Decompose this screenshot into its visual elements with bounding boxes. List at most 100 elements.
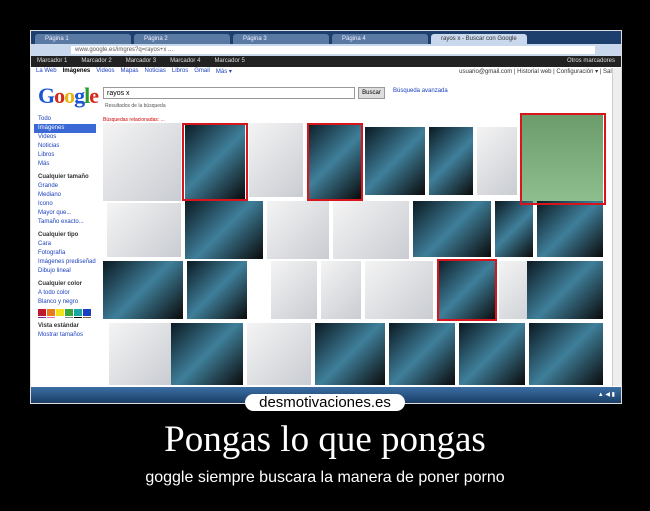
bookmark[interactable]: Marcador 4 — [170, 56, 200, 67]
link-web[interactable]: La Web — [36, 68, 57, 75]
size-filter[interactable]: Grande — [34, 182, 96, 191]
sidebar-item-all[interactable]: Todo — [34, 115, 96, 124]
image-thumbnail[interactable] — [171, 323, 243, 385]
image-thumbnail[interactable] — [103, 261, 183, 319]
size-filter-header[interactable]: Cualquier tamaño — [34, 173, 96, 182]
color-swatch[interactable] — [38, 317, 46, 318]
sidebar-item-videos[interactable]: Videos — [34, 133, 96, 142]
result-stats: Resultados de la búsqueda — [105, 103, 166, 109]
screenshot: Página 1 Página 2 Página 3 Página 4 rayo… — [30, 30, 622, 404]
image-thumbnail[interactable] — [529, 323, 603, 385]
color-swatch[interactable] — [74, 309, 82, 316]
image-thumbnail[interactable] — [103, 123, 181, 201]
type-filter[interactable]: Fotografía — [34, 249, 96, 258]
color-swatch[interactable] — [56, 317, 64, 318]
browser-tab[interactable]: Página 4 — [332, 34, 428, 44]
color-swatch[interactable] — [47, 309, 55, 316]
bookmark[interactable]: Marcador 3 — [126, 56, 156, 67]
color-swatch[interactable] — [47, 317, 55, 318]
color-swatch[interactable] — [65, 317, 73, 318]
link-books[interactable]: Libros — [172, 68, 188, 75]
image-thumbnail[interactable] — [477, 127, 517, 195]
size-filter[interactable]: Tamaño exacto... — [34, 218, 96, 227]
link-more[interactable]: Más ▾ — [216, 68, 232, 75]
bookmark[interactable]: Marcador 5 — [214, 56, 244, 67]
red-highlight-box — [437, 259, 497, 321]
image-thumbnail[interactable] — [321, 261, 361, 319]
link-images[interactable]: Imágenes — [63, 68, 91, 75]
scrollbar[interactable] — [612, 68, 621, 386]
url-input[interactable]: www.google.es/imgres?q=rayos+x ... — [71, 46, 595, 54]
red-highlight-box — [307, 123, 363, 201]
color-filter[interactable]: A todo color — [34, 289, 96, 298]
bookmark[interactable]: Marcador 1 — [37, 56, 67, 67]
browser-tab-active[interactable]: rayos x - Buscar con Google — [431, 34, 527, 44]
color-filter-header[interactable]: Cualquier color — [34, 280, 96, 289]
color-swatch[interactable] — [83, 317, 91, 318]
image-thumbnail[interactable] — [495, 201, 533, 257]
size-filter[interactable]: Mediano — [34, 191, 96, 200]
color-swatch[interactable] — [38, 309, 46, 316]
image-thumbnail[interactable] — [537, 201, 603, 257]
browser-tab[interactable]: Página 3 — [233, 34, 329, 44]
image-thumbnail[interactable] — [107, 203, 181, 257]
size-filter[interactable]: Icono — [34, 200, 96, 209]
type-filter[interactable]: Cara — [34, 240, 96, 249]
link-gmail[interactable]: Gmail — [194, 68, 210, 75]
brand-logo: desmotivaciones.es — [245, 394, 405, 411]
image-thumbnail[interactable] — [413, 201, 491, 257]
color-swatch[interactable] — [74, 317, 82, 318]
type-filter[interactable]: Imágenes prediseñadas — [34, 258, 96, 267]
bookmark[interactable]: Marcador 2 — [81, 56, 111, 67]
search-button[interactable]: Buscar — [358, 87, 385, 99]
link-videos[interactable]: Videos — [96, 68, 114, 75]
view-standard[interactable]: Vista estándar — [34, 322, 96, 331]
poster: Página 1 Página 2 Página 3 Página 4 rayo… — [0, 0, 650, 511]
size-filter[interactable]: Mayor que... — [34, 209, 96, 218]
color-filter[interactable]: Blanco y negro — [34, 298, 96, 307]
google-top-links: La Web Imágenes Videos Mapas Noticias Li… — [36, 68, 232, 75]
bookmarks-bar: Marcador 1 Marcador 2 Marcador 3 Marcado… — [31, 56, 621, 67]
image-thumbnail[interactable] — [249, 123, 303, 197]
clock: ▲ ◀ ▮ — [597, 392, 615, 398]
image-thumbnail[interactable] — [365, 127, 425, 195]
sidebar-item-more[interactable]: Más — [34, 160, 96, 169]
sidebar-item-books[interactable]: Libros — [34, 151, 96, 160]
browser-tab[interactable]: Página 1 — [35, 34, 131, 44]
image-thumbnail[interactable] — [247, 323, 311, 385]
image-thumbnail[interactable] — [185, 201, 263, 259]
type-filter-header[interactable]: Cualquier tipo — [34, 231, 96, 240]
color-swatch[interactable] — [65, 309, 73, 316]
poster-subtitle: goggle siempre buscara la manera de pone… — [145, 469, 505, 486]
image-thumbnail[interactable] — [527, 261, 603, 319]
image-thumbnail[interactable] — [333, 201, 409, 259]
image-thumbnail[interactable] — [271, 261, 317, 319]
link-news[interactable]: Noticias — [145, 68, 166, 75]
image-thumbnail[interactable] — [267, 201, 329, 259]
type-filter[interactable]: Dibujo lineal — [34, 267, 96, 276]
sidebar-item-news[interactable]: Noticias — [34, 142, 96, 151]
red-highlight-box — [182, 123, 248, 201]
image-thumbnail[interactable] — [187, 261, 247, 319]
color-swatch[interactable] — [56, 309, 64, 316]
image-thumbnail[interactable] — [315, 323, 385, 385]
color-swatch[interactable] — [83, 309, 91, 316]
image-thumbnail[interactable] — [365, 261, 433, 319]
poster-title: Pongas lo que pongas — [164, 419, 486, 460]
user-links[interactable]: usuario@gmail.com | Historial web | Conf… — [459, 68, 615, 75]
browser-tab[interactable]: Página 2 — [134, 34, 230, 44]
advanced-search-link[interactable]: Búsqueda avanzada — [393, 88, 448, 94]
link-maps[interactable]: Mapas — [121, 68, 139, 75]
search-input[interactable]: rayos x — [103, 87, 355, 99]
image-thumbnail[interactable] — [429, 127, 473, 195]
google-logo[interactable]: Google — [38, 83, 99, 109]
address-bar: www.google.es/imgres?q=rayos+x ... — [31, 44, 621, 56]
other-bookmarks[interactable]: Otros marcadores — [567, 56, 615, 67]
view-sizes[interactable]: Mostrar tamaños — [34, 331, 96, 340]
tab-bar: Página 1 Página 2 Página 3 Página 4 rayo… — [31, 31, 621, 44]
image-thumbnail[interactable] — [109, 323, 171, 385]
sidebar: Todo Imágenes Videos Noticias Libros Más… — [34, 115, 96, 340]
image-thumbnail[interactable] — [459, 323, 525, 385]
image-thumbnail[interactable] — [389, 323, 455, 385]
sidebar-item-images[interactable]: Imágenes — [34, 124, 96, 133]
